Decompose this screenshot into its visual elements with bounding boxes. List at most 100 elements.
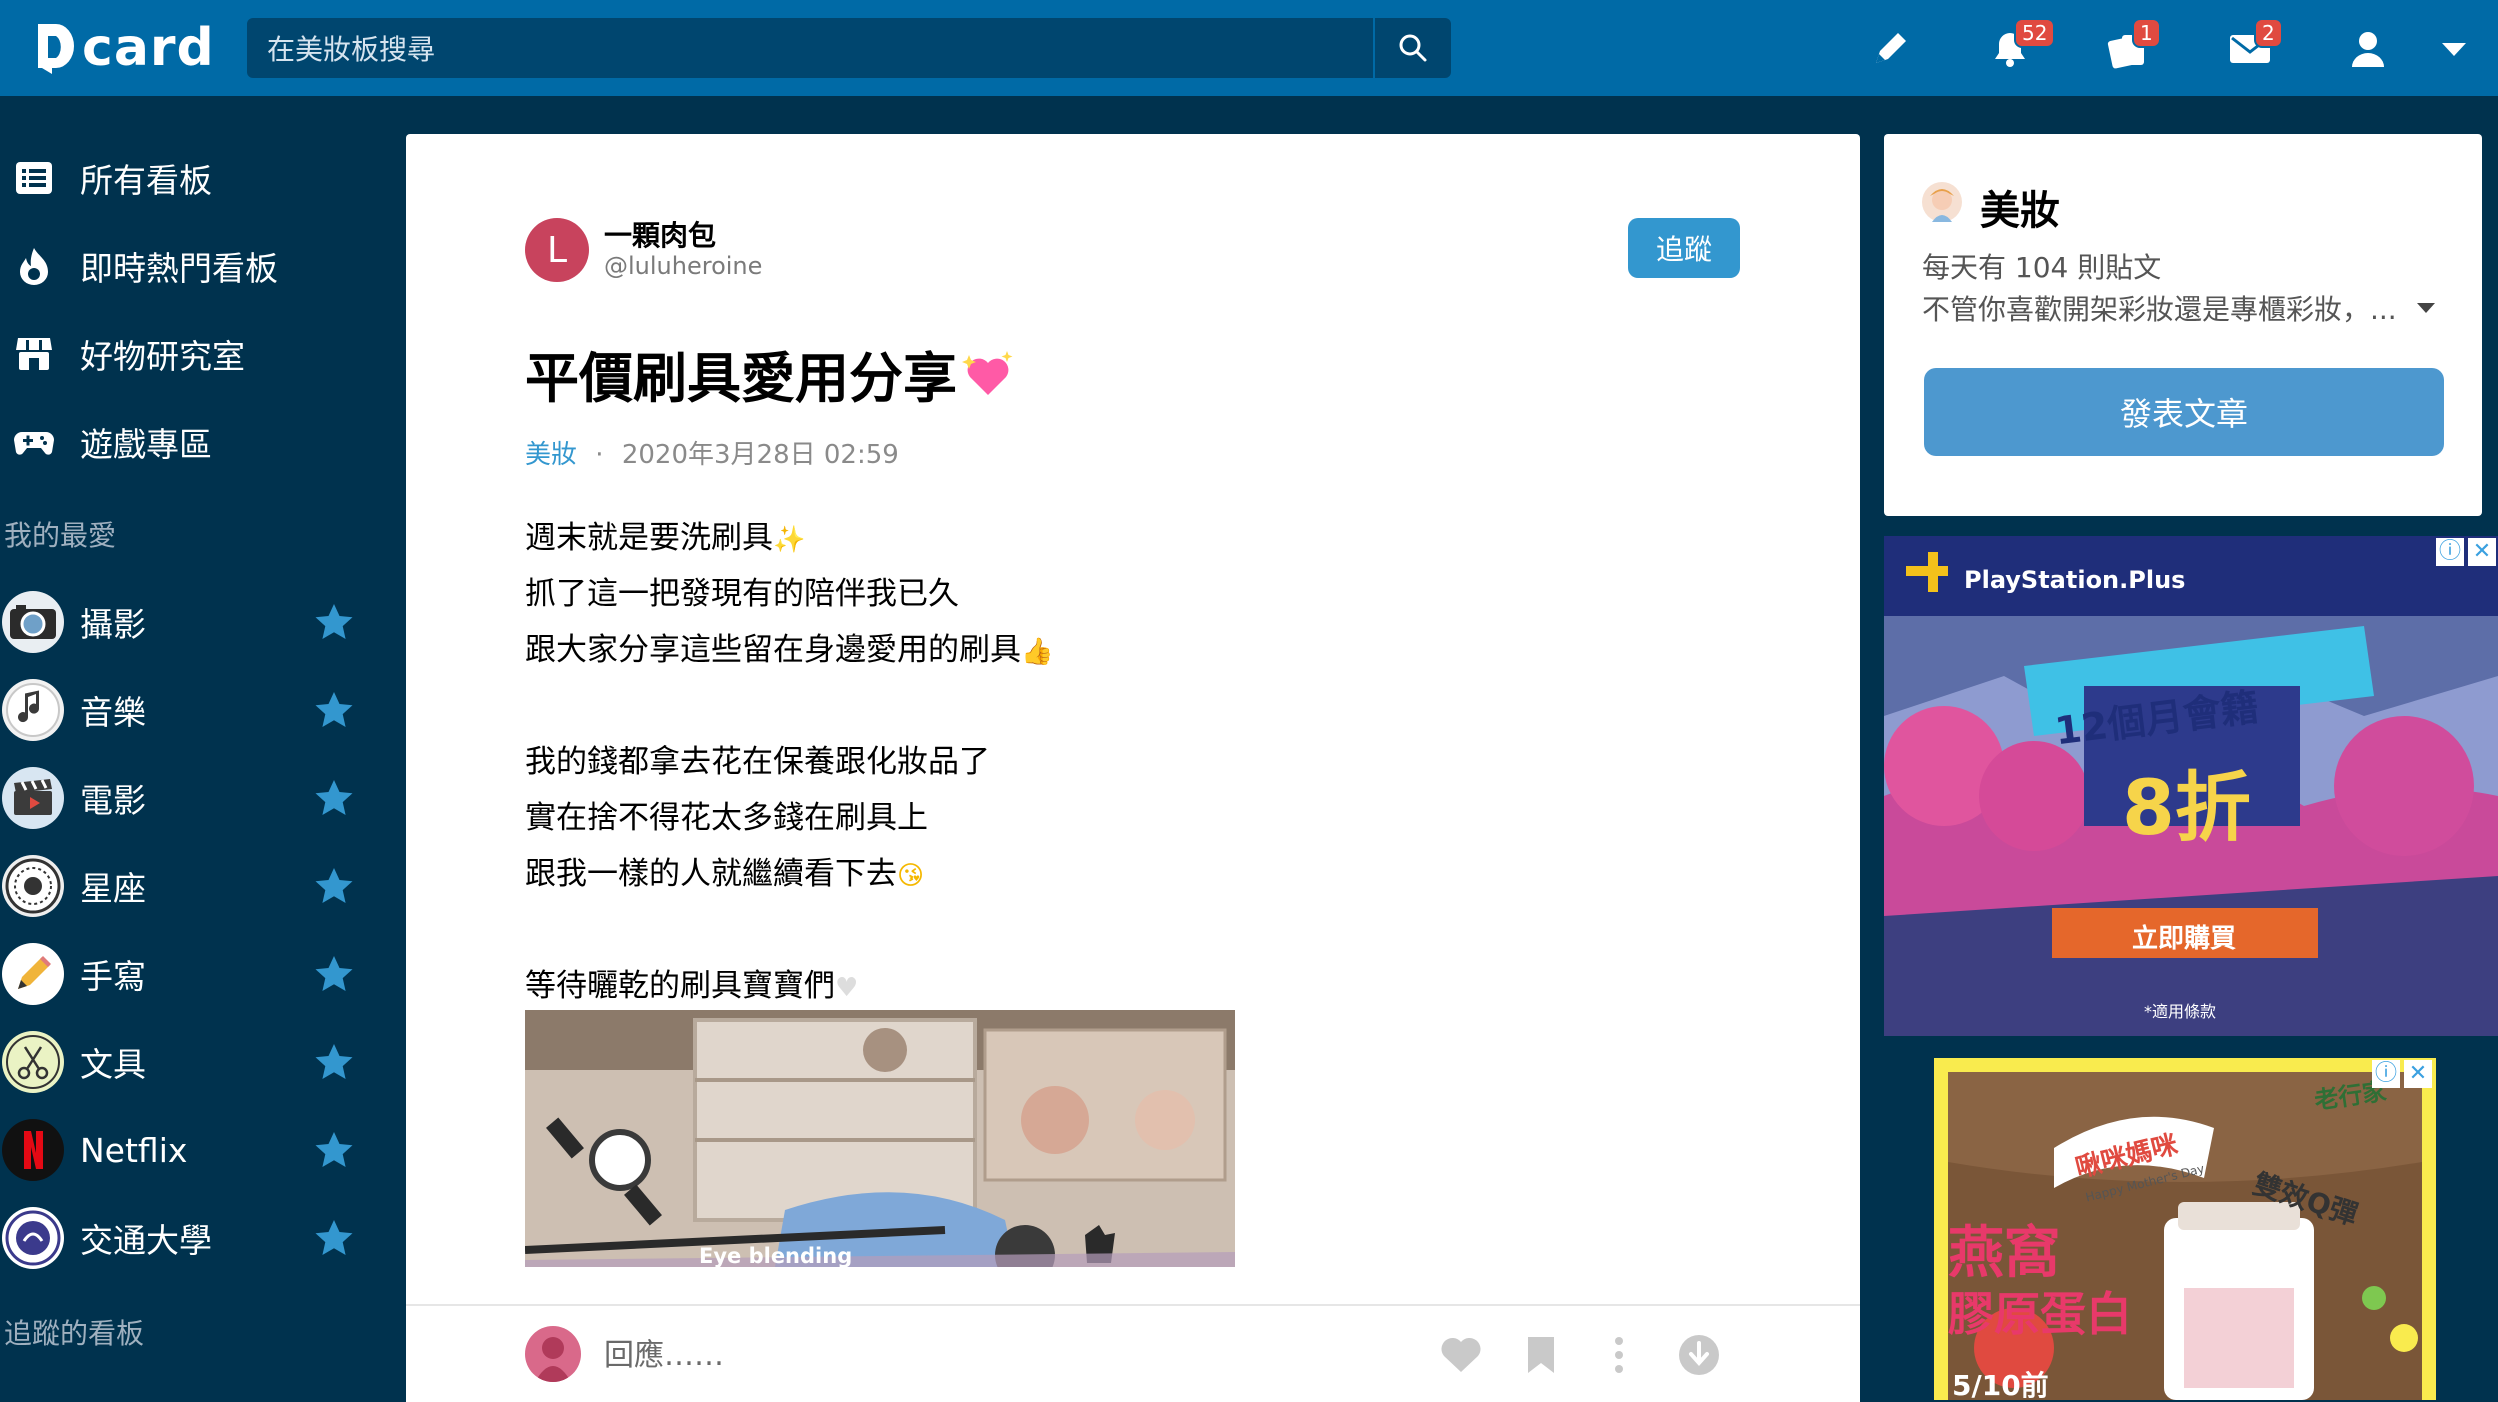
ad-close-icon[interactable]: ✕ <box>2404 1060 2432 1088</box>
star-icon[interactable] <box>314 866 354 906</box>
search-icon <box>1399 34 1427 62</box>
new-post-button[interactable] <box>1862 22 1918 76</box>
sidebar-item-label: 手寫 <box>80 957 146 996</box>
post-body-text: 跟我一樣的人就繼續看下去 <box>525 856 897 892</box>
sidebar-item-nctu[interactable]: 交通大學 <box>0 1202 380 1274</box>
user-silhouette-icon <box>535 1337 571 1382</box>
sidebar-item-netflix[interactable]: Netflix <box>0 1114 380 1186</box>
ad-close-icon[interactable]: ✕ <box>2468 538 2496 566</box>
post-body-line: 等待曬乾的刷具寶寶們♥ <box>525 960 858 1005</box>
sidebar-item-photography[interactable]: 攝影 <box>0 586 380 658</box>
playstation-ad[interactable]: PlayStation.Plus 12個月會籍 8折 立即購買 *適用條款 ⓘ … <box>1884 536 2498 1036</box>
sidebar-item-hot-forums[interactable]: 即時熱門看板 <box>0 230 380 302</box>
post-title: 平價刷具愛用分享 <box>525 334 1017 413</box>
star-icon[interactable] <box>314 954 354 994</box>
sidebar-item-stationery[interactable]: 文具 <box>0 1026 380 1098</box>
sparkles-icon: ✨ <box>773 525 806 555</box>
create-post-button[interactable]: 發表文章 <box>1924 368 2444 456</box>
bookmark-button[interactable] <box>1518 1332 1564 1378</box>
netflix-icon <box>2 1119 64 1181</box>
sidebar-item-label: 音樂 <box>80 693 146 732</box>
thumbs-up-icon: 👍 <box>1021 637 1054 667</box>
favorites-heading: 我的最愛 <box>4 519 117 552</box>
university-icon <box>2 1207 64 1269</box>
ad2-product-line2: 膠原蛋白 <box>1948 1287 2132 1341</box>
author-handle: @luluheroine <box>604 252 763 280</box>
user-icon <box>2352 32 2384 67</box>
forum-name[interactable]: 美妝 <box>1980 178 2060 236</box>
heart-icon <box>1441 1337 1481 1372</box>
ad-info-icon[interactable]: ⓘ <box>2436 538 2464 566</box>
sidebar-item-movies[interactable]: 電影 <box>0 762 380 834</box>
sidebar-item-label: 遊戲專區 <box>80 425 212 464</box>
notifications-button[interactable]: 52 <box>1982 18 2056 76</box>
post-body-text: 跟大家分享這些留在身邊愛用的刷具 <box>525 632 1021 668</box>
account-menu-button[interactable] <box>2426 22 2482 76</box>
star-icon[interactable] <box>314 1130 354 1170</box>
post-forum-link[interactable]: 美妝 <box>525 440 577 470</box>
sidebar-item-all-forums[interactable]: 所有看板 <box>0 142 380 214</box>
bookmark-icon <box>1528 1337 1554 1373</box>
messages-button[interactable]: 2 <box>2222 18 2283 76</box>
dcard-logo[interactable]: card <box>34 18 215 78</box>
sidebar-item-good-stuff[interactable]: 好物研究室 <box>0 318 380 390</box>
more-vertical-icon <box>1615 1337 1623 1373</box>
post-title-text: 平價刷具愛用分享 <box>525 347 957 410</box>
cards-button[interactable]: 1 <box>2100 18 2161 76</box>
like-button[interactable] <box>1438 1332 1484 1378</box>
star-icon[interactable] <box>314 602 354 642</box>
ad1-note: *適用條款 <box>2144 1002 2217 1021</box>
sidebar-item-label: 即時熱門看板 <box>80 249 278 288</box>
pencil-icon <box>2 943 64 1005</box>
author-avatar[interactable]: L <box>525 218 589 282</box>
post-body-line: 實在捨不得花太多錢在刷具上 <box>525 800 928 836</box>
sidebar-item-label: 好物研究室 <box>80 337 245 376</box>
forum-makeup-icon <box>1922 182 1962 222</box>
follow-button[interactable]: 追蹤 <box>1628 218 1740 278</box>
scissors-icon <box>2 1031 64 1093</box>
camera-icon <box>2 591 64 653</box>
logo-text: card <box>82 18 215 78</box>
messages-badge: 2 <box>2254 18 2283 48</box>
music-icon <box>2 679 64 741</box>
top-bar: card 52 1 2 <box>0 0 2498 96</box>
sidebar-item-games[interactable]: 遊戲專區 <box>0 406 380 478</box>
reply-input[interactable] <box>602 1326 1106 1384</box>
scroll-down-button[interactable] <box>1676 1332 1722 1378</box>
sidebar-item-label: 文具 <box>80 1045 146 1084</box>
star-icon[interactable] <box>314 1218 354 1258</box>
sidebar-item-handwriting[interactable]: 手寫 <box>0 938 380 1010</box>
author-name[interactable]: 一顆肉包 <box>604 214 716 254</box>
profile-button[interactable] <box>2340 22 2396 76</box>
bird-nest-ad[interactable]: 老行家 啾咪媽咪 Happy Mother's Day 雙效Q彈 燕窩 膠原蛋白… <box>1934 1058 2436 1400</box>
clapperboard-icon <box>2 767 64 829</box>
sidebar-item-zodiac[interactable]: 星座 <box>0 850 380 922</box>
post-body-line: 我的錢都拿去花在保養跟化妝品了 <box>525 744 990 780</box>
star-icon[interactable] <box>314 778 354 818</box>
cards-badge: 1 <box>2132 18 2161 48</box>
search-bar <box>247 18 1451 80</box>
sidebar: 所有看板 即時熱門看板 好物研究室 遊戲專區 我的最愛 攝影 音樂 電影 星座 … <box>0 96 380 1400</box>
post-body-line: 週末就是要洗刷具✨ <box>525 512 805 557</box>
sidebar-item-music[interactable]: 音樂 <box>0 674 380 746</box>
sidebar-item-label: Netflix <box>80 1130 188 1170</box>
logo-mark-icon <box>38 24 74 74</box>
star-icon[interactable] <box>314 690 354 730</box>
expand-caret-icon[interactable] <box>2414 298 2438 318</box>
post-body-text: 週末就是要洗刷具 <box>525 520 773 556</box>
more-options-button[interactable] <box>1596 1332 1642 1378</box>
pencil-icon <box>1876 33 1906 63</box>
arrow-down-circle-icon <box>1679 1335 1719 1375</box>
sidebar-item-label: 電影 <box>80 781 146 820</box>
ad-info-icon[interactable]: ⓘ <box>2372 1060 2400 1088</box>
flame-icon <box>20 248 48 285</box>
post-image[interactable]: Eye blending <box>525 1010 1235 1267</box>
forum-description: 不管你喜歡開架彩妝還是專櫃彩妝，... <box>1922 293 2397 326</box>
search-button[interactable] <box>1373 18 1451 78</box>
store-icon <box>16 338 52 370</box>
post-datetime: 2020年3月28日 02:59 <box>621 440 899 470</box>
ad1-cta[interactable]: 立即購買 <box>2132 918 2236 955</box>
search-input[interactable] <box>265 18 1369 80</box>
list-icon <box>16 162 52 194</box>
star-icon[interactable] <box>314 1042 354 1082</box>
